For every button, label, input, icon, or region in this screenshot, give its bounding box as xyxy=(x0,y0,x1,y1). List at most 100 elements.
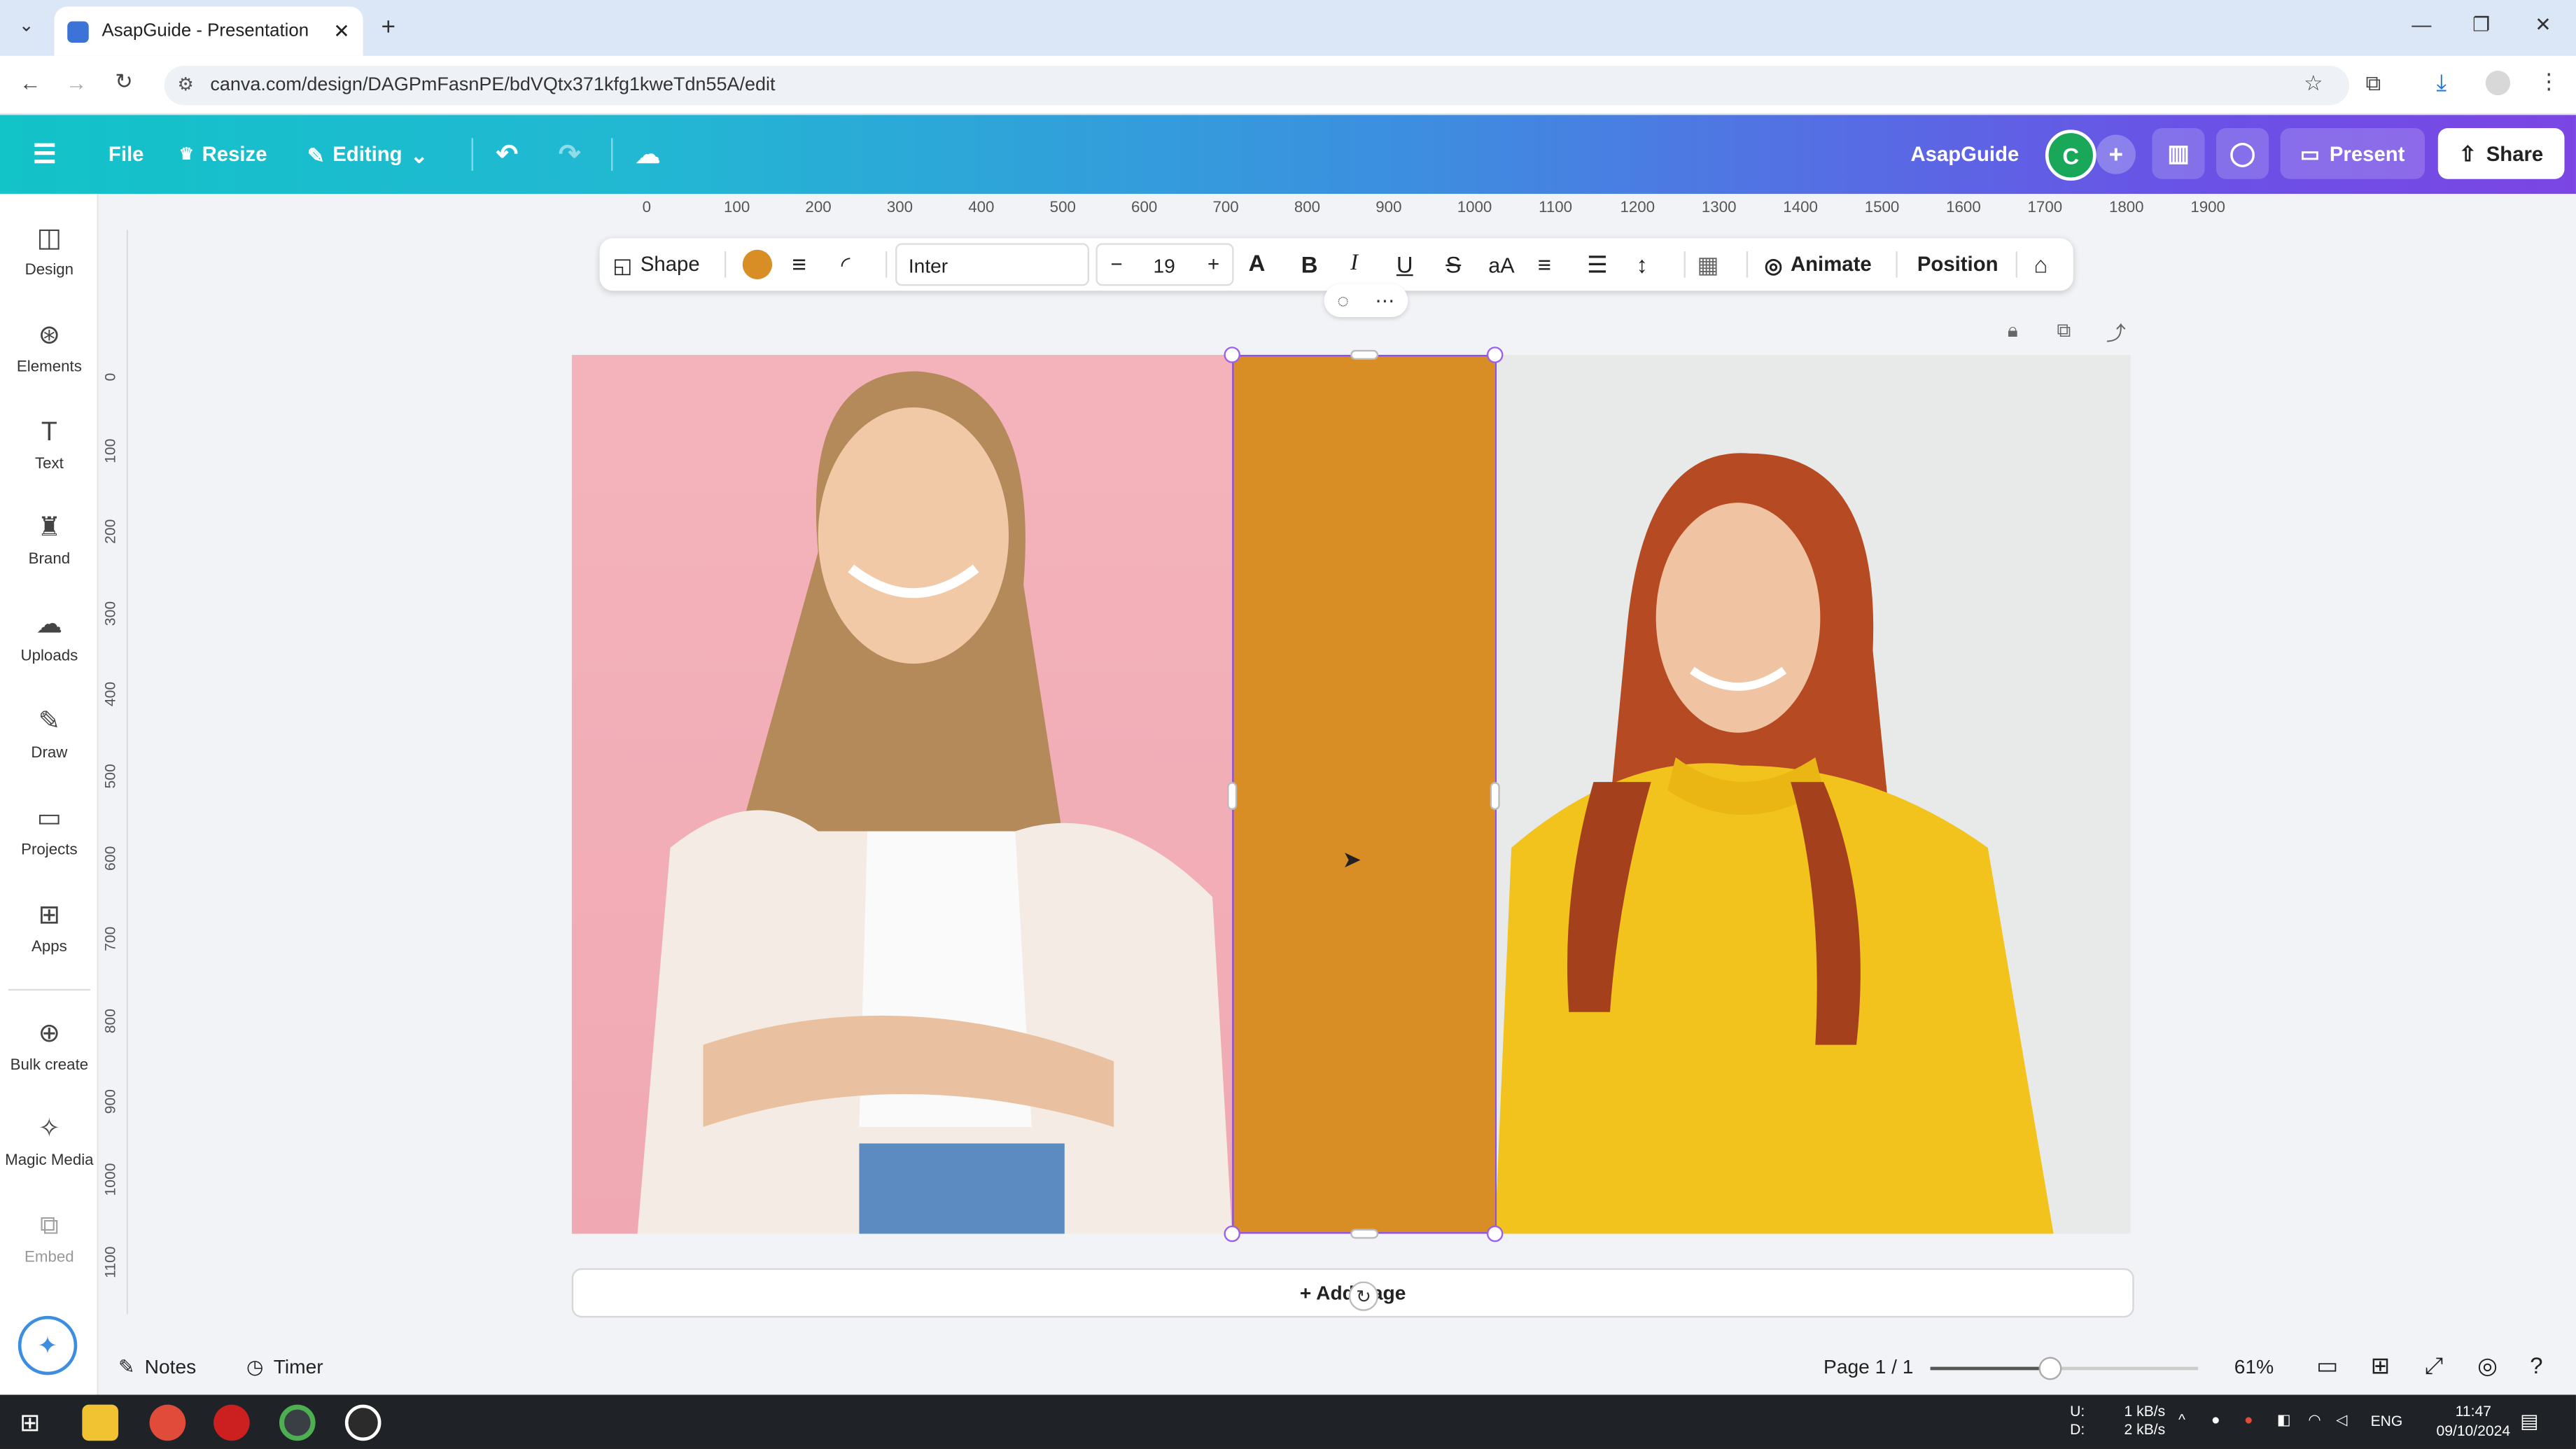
photo-blonde-woman[interactable] xyxy=(571,354,1233,1234)
design-page[interactable] xyxy=(571,354,2131,1234)
text-color-icon[interactable]: A xyxy=(1249,238,1266,290)
letter-case-icon[interactable]: aA xyxy=(1488,238,1514,290)
bullet-list-icon[interactable]: ☰ xyxy=(1587,238,1607,290)
resize-handle-bottom[interactable] xyxy=(1350,1228,1379,1239)
insights-chart-icon[interactable]: ▥ xyxy=(2152,128,2205,179)
back-icon[interactable]: ← xyxy=(20,71,41,95)
sidebar-item-bulk-create[interactable]: ⊕ Bulk create xyxy=(0,1018,99,1074)
resize-handle-bottom-left[interactable] xyxy=(1224,1225,1240,1242)
undo-icon[interactable]: ↶ xyxy=(496,115,518,194)
url-field[interactable]: ⚙ canva.com/design/DAGPmFasnPE/bdVQtx371… xyxy=(164,65,2350,106)
wifi-icon[interactable]: ◠ xyxy=(2308,1411,2320,1429)
resize-handle-bottom-right[interactable] xyxy=(1486,1225,1504,1242)
user-avatar[interactable]: C xyxy=(2045,130,2096,181)
underline-icon[interactable]: U xyxy=(1396,238,1413,290)
sidebar-item-embed[interactable]: ⧉ Embed xyxy=(0,1211,99,1266)
resize-handle-right[interactable] xyxy=(1490,782,1500,811)
position-button[interactable]: Position xyxy=(1917,238,1998,290)
text-align-icon[interactable]: ≡ xyxy=(1538,238,1551,290)
notifications-icon[interactable]: ▤ xyxy=(2520,1410,2539,1433)
duplicate-page-icon[interactable]: ⧉ xyxy=(2057,318,2071,343)
windows-start-icon[interactable]: ⊞ xyxy=(20,1408,41,1438)
tab-list-chevron-icon[interactable]: ⌄ xyxy=(13,15,40,41)
bookmark-star-icon[interactable]: ☆ xyxy=(2304,71,2323,97)
resize-handle-left[interactable] xyxy=(1227,782,1238,811)
timer-button[interactable]: ◷ Timer xyxy=(246,1355,323,1378)
file-explorer-icon[interactable] xyxy=(82,1404,118,1441)
hamburger-menu-icon[interactable]: ☰ xyxy=(33,115,57,194)
file-menu[interactable]: File xyxy=(108,115,144,194)
new-tab-icon[interactable]: + xyxy=(381,13,396,41)
minimize-icon[interactable]: — xyxy=(2412,13,2431,36)
sidebar-item-projects[interactable]: ▭ Projects xyxy=(0,804,99,859)
decrease-font-size-button[interactable]: − xyxy=(1111,253,1123,276)
grid-view-icon[interactable]: ⊞ xyxy=(2371,1352,2390,1380)
font-size-value[interactable]: 19 xyxy=(1154,255,1175,278)
profile-avatar[interactable] xyxy=(2485,70,2511,96)
add-collaborator-icon[interactable]: + xyxy=(2096,134,2136,174)
opera-tray-icon[interactable]: ● xyxy=(2244,1411,2253,1427)
line-spacing-icon[interactable]: ↕ xyxy=(1637,238,1648,290)
fill-color-swatch[interactable] xyxy=(742,249,773,279)
sidebar-item-elements[interactable]: ⊛ Elements xyxy=(0,321,99,376)
resize-button[interactable]: ♛ Resize xyxy=(179,115,267,194)
page-indicator[interactable]: Page 1 / 1 xyxy=(1823,1355,1913,1378)
zoom-level[interactable]: 61% xyxy=(2234,1355,2274,1378)
site-info-icon[interactable]: ⚙ xyxy=(177,74,193,95)
help-icon[interactable]: ? xyxy=(2530,1352,2542,1378)
reload-icon[interactable]: ↻ xyxy=(115,69,133,96)
browser-menu-icon[interactable]: ⋮ xyxy=(2538,69,2560,96)
sidebar-item-draw[interactable]: ✎ Draw xyxy=(0,706,99,762)
increase-font-size-button[interactable]: + xyxy=(1208,253,1219,276)
browser-tab[interactable]: AsapGuide - Presentation ✕ xyxy=(54,6,363,56)
restore-icon[interactable]: ❐ xyxy=(2472,13,2490,36)
recorder-icon[interactable] xyxy=(344,1404,382,1441)
animate-button[interactable]: ◎ Animate xyxy=(1765,238,1872,290)
more-options-icon[interactable]: ⋯ xyxy=(1375,289,1394,312)
shape-button[interactable]: ◱ Shape xyxy=(612,238,699,290)
transparency-icon[interactable]: ▦ xyxy=(1697,238,1718,290)
notes-button[interactable]: ✎ Notes xyxy=(118,1355,196,1378)
download-icon[interactable]: ⤓ xyxy=(2436,69,2446,97)
zoom-slider[interactable] xyxy=(1930,1357,2199,1380)
window-close-icon[interactable]: ✕ xyxy=(2535,13,2552,36)
zoom-slider-knob[interactable] xyxy=(2039,1357,2063,1380)
add-page-icon[interactable]: ⤴ xyxy=(2106,318,2126,346)
resize-handle-top-right[interactable] xyxy=(1486,346,1504,363)
close-tab-icon[interactable]: ✕ xyxy=(333,20,350,43)
sidebar-item-uploads[interactable]: ☁ Uploads xyxy=(0,610,99,665)
photo-redhead-woman[interactable] xyxy=(1494,354,2131,1234)
comment-icon[interactable]: ◌ xyxy=(1337,289,1349,312)
sidebar-item-design[interactable]: ◫ Design xyxy=(0,223,99,279)
tray-chevron-icon[interactable]: ^ xyxy=(2178,1411,2185,1427)
network-tray-icon[interactable]: ◧ xyxy=(2277,1411,2291,1429)
strikethrough-icon[interactable]: S xyxy=(1446,238,1461,290)
copy-style-icon[interactable]: ⌂ xyxy=(2033,238,2047,290)
cloud-saved-icon[interactable]: ☁ xyxy=(636,115,660,194)
team-name[interactable]: AsapGuide xyxy=(1910,115,2019,194)
editing-mode-dropdown[interactable]: ✎ Editing ⌄ xyxy=(307,115,428,194)
sidebar-item-apps[interactable]: ⊞ Apps xyxy=(0,900,99,955)
forward-icon[interactable]: → xyxy=(66,71,88,95)
extensions-icon[interactable]: ⧉ xyxy=(2366,71,2381,97)
volume-icon[interactable]: ◁ xyxy=(2336,1411,2347,1429)
fullscreen-icon[interactable]: ⤢ xyxy=(2425,1352,2443,1380)
font-family-dropdown[interactable]: Inter xyxy=(895,243,1089,286)
chrome-active-icon[interactable] xyxy=(279,1404,316,1441)
border-style-icon[interactable]: ≡ xyxy=(792,238,806,290)
microphone-icon[interactable]: ● xyxy=(2211,1411,2220,1427)
bold-icon[interactable]: B xyxy=(1301,238,1318,290)
sidebar-item-brand[interactable]: ♜ Brand xyxy=(0,512,99,568)
sidebar-item-magic-media[interactable]: ✧ Magic Media xyxy=(0,1114,99,1170)
resize-handle-top[interactable] xyxy=(1350,349,1379,360)
opera-icon[interactable] xyxy=(214,1404,250,1441)
comments-icon[interactable]: ◯ xyxy=(2216,128,2269,179)
italic-icon[interactable]: I xyxy=(1350,238,1358,290)
share-button[interactable]: ⇧ Share xyxy=(2437,128,2565,179)
magic-assistant-icon[interactable]: ✦ xyxy=(18,1315,78,1376)
rotate-icon[interactable]: ↻ xyxy=(1348,1281,1379,1311)
check-icon[interactable]: ◎ xyxy=(2477,1352,2498,1380)
orange-rectangle-shape[interactable] xyxy=(1232,354,1495,1234)
language-label[interactable]: ENG xyxy=(2371,1413,2403,1429)
page-view-icon[interactable]: ▭ xyxy=(2316,1352,2338,1380)
